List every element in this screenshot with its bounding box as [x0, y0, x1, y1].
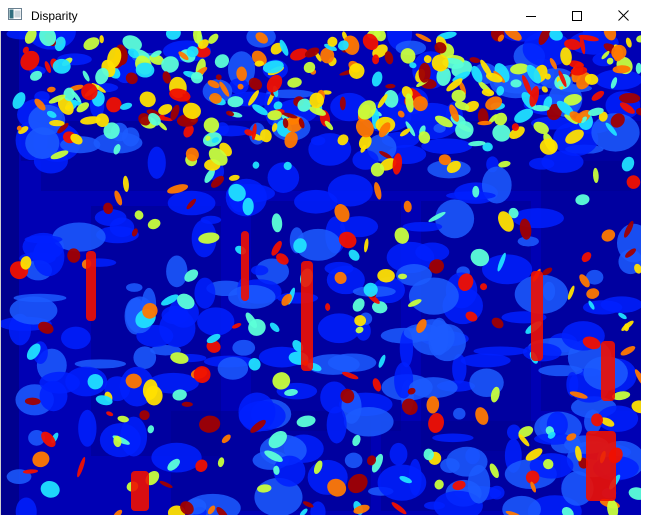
disparity-blob-blue	[435, 199, 475, 239]
window-title: Disparity	[31, 9, 78, 23]
disparity-blob-blue	[317, 313, 361, 344]
disparity-blob-color	[451, 89, 466, 103]
edge-streak	[601, 341, 615, 401]
disparity-blob-blue	[151, 442, 202, 473]
disparity-blob-blue	[415, 242, 450, 262]
disparity-blob-blue	[267, 162, 300, 193]
disparity-blob-blue	[326, 406, 347, 444]
disparity-blob-blue	[512, 208, 564, 229]
disparity-blob-blue	[197, 307, 235, 336]
disparity-blob-blue	[133, 346, 157, 369]
disparity-window: Disparity	[0, 0, 646, 515]
disparity-blob-blue	[473, 346, 528, 356]
disparity-blob-color	[472, 185, 480, 198]
disparity-blob-blue	[251, 265, 269, 276]
edge-streak	[586, 431, 616, 501]
disparity-blob-blue	[120, 416, 148, 457]
disparity-blob-blue	[200, 215, 222, 225]
disparity-blob-blue	[294, 189, 338, 214]
window-right-margin	[641, 31, 646, 515]
disparity-blob-blue	[432, 433, 474, 443]
disparity-blob-blue	[446, 191, 496, 200]
disparity-blob-blue	[453, 407, 466, 420]
edge-streak	[301, 261, 313, 371]
opencv-window-icon	[8, 8, 22, 20]
disparity-blob-blue	[24, 235, 63, 244]
disparity-blob-blue	[538, 364, 583, 377]
maximize-button[interactable]	[554, 0, 600, 31]
disparity-blob-blue	[489, 485, 505, 500]
edge-streak	[86, 251, 96, 321]
disparity-blob-color	[52, 58, 71, 74]
close-icon	[617, 10, 629, 21]
disparity-blob-blue	[402, 221, 443, 232]
minimize-icon	[526, 15, 536, 17]
disparity-blob-color	[339, 96, 346, 111]
disparity-blob-blue	[121, 127, 140, 147]
disparity-blob-color	[397, 273, 408, 280]
minimize-button[interactable]	[508, 0, 554, 31]
disparity-blob-blue	[408, 277, 459, 315]
disparity-blob-color	[309, 92, 324, 109]
disparity-blob-blue	[13, 293, 67, 303]
disparity-blob-blue	[194, 277, 216, 309]
maximize-icon	[572, 10, 582, 21]
close-button[interactable]	[600, 0, 646, 31]
client-area	[0, 31, 646, 515]
title-bar[interactable]: Disparity	[0, 0, 646, 31]
disparity-blob-blue	[147, 146, 166, 179]
disparity-blob-blue	[528, 157, 555, 170]
disparity-blob-blue	[467, 464, 491, 504]
disparity-blob-blue	[389, 442, 408, 466]
disparity-blob-blue	[217, 356, 249, 380]
disparity-blob-blue	[343, 407, 394, 437]
disparity-blob-blue	[126, 283, 143, 292]
disparity-map-image	[1, 31, 641, 515]
disparity-blob-blue	[424, 501, 445, 510]
disparity-blob-color	[372, 54, 380, 65]
disparity-blob-blue	[78, 409, 97, 447]
disparity-blob-color	[510, 79, 522, 88]
disparity-map-canvas	[1, 31, 641, 515]
disparity-blob-blue	[377, 464, 427, 501]
disparity-blob-blue	[228, 284, 276, 309]
edge-streak	[131, 471, 149, 511]
edge-streak	[241, 231, 249, 301]
disparity-blob-blue	[344, 452, 363, 469]
disparity-blob-blue	[60, 326, 91, 350]
disparity-blob-blue	[166, 255, 188, 288]
disparity-blob-blue	[39, 380, 68, 412]
edge-streak	[531, 271, 543, 361]
disparity-blob-blue	[232, 339, 256, 356]
disparity-blob-blue	[409, 377, 458, 399]
disparity-blob-blue	[327, 353, 377, 372]
